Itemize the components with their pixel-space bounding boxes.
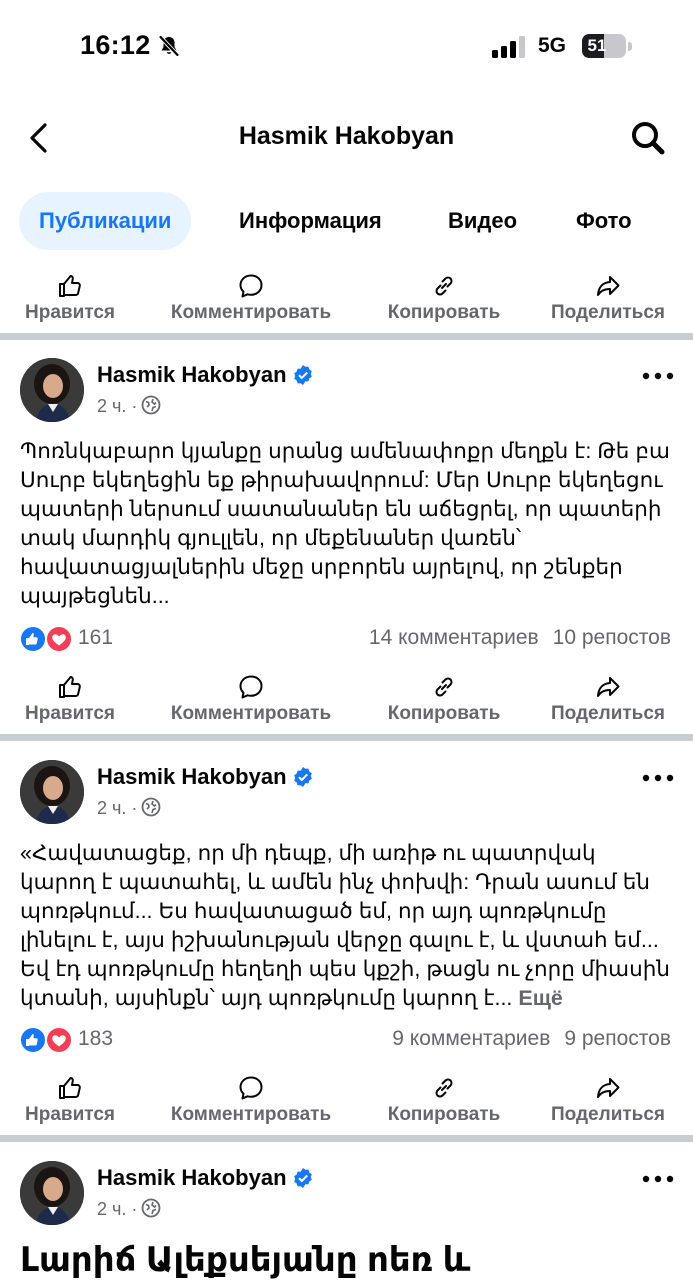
comment-label: Комментировать bbox=[170, 302, 332, 323]
battery-icon: 51 bbox=[582, 34, 626, 58]
post-text[interactable]: «Հավատացեք, որ մի դեպք, մի առիթ ու պատրվ… bbox=[20, 839, 675, 1013]
like-label: Нравится bbox=[25, 302, 115, 323]
link-icon bbox=[435, 276, 453, 296]
author-name[interactable]: Hasmik Hakobyan bbox=[97, 362, 313, 388]
separator bbox=[0, 734, 693, 741]
search-button[interactable] bbox=[628, 118, 668, 158]
reactions-icon[interactable] bbox=[18, 1025, 74, 1055]
share-button[interactable]: Поделиться bbox=[544, 673, 672, 735]
profile-tabs: Публикации Информация Видео Фото bbox=[0, 192, 693, 250]
reactions-icon[interactable] bbox=[18, 624, 74, 654]
comment-icon bbox=[239, 1076, 263, 1100]
link-icon bbox=[435, 677, 453, 697]
comment-icon bbox=[239, 274, 263, 298]
post-text[interactable]: Պոռնկաբարո կյանքը սրանց ամենափոքր մեղքն … bbox=[20, 437, 675, 611]
post-meta: 2 ч. · bbox=[97, 395, 161, 417]
bell-off-icon bbox=[159, 35, 179, 57]
like-button[interactable]: Нравится bbox=[18, 1074, 122, 1136]
copy-label: Копировать bbox=[387, 1104, 501, 1125]
action-row: Нравится Комментировать Копировать Подел… bbox=[0, 673, 693, 735]
post-header: Hasmik Hakobyan 2 ч. · bbox=[0, 358, 693, 428]
like-label: Нравится bbox=[25, 1104, 115, 1125]
thumbs-up-icon bbox=[59, 1077, 81, 1099]
post-counters: 9 комментариев 9 репостов bbox=[392, 1027, 671, 1051]
thumbs-up-icon bbox=[59, 275, 81, 297]
more-options-icon[interactable] bbox=[640, 1169, 676, 1189]
share-label: Поделиться bbox=[550, 703, 666, 724]
copy-button[interactable]: Копировать bbox=[380, 272, 508, 334]
post-header: Hasmik Hakobyan 2 ч. · bbox=[0, 1161, 693, 1231]
network-label: 5G bbox=[538, 34, 567, 57]
share-icon bbox=[597, 276, 620, 296]
comment-icon bbox=[239, 675, 263, 699]
like-button[interactable]: Нравится bbox=[18, 673, 122, 735]
share-button[interactable]: Поделиться bbox=[544, 272, 672, 334]
avatar-photo bbox=[20, 1161, 84, 1225]
more-options-icon[interactable] bbox=[640, 366, 676, 386]
thumbs-up-icon bbox=[59, 676, 81, 698]
post-meta: 2 ч. · bbox=[97, 1198, 161, 1220]
verified-badge-icon bbox=[293, 365, 312, 385]
author-name[interactable]: Hasmik Hakobyan bbox=[97, 1165, 313, 1191]
status-time: 16:12 bbox=[80, 30, 151, 60]
status-bar: 16:12 5G 51 bbox=[0, 0, 693, 92]
reaction-count[interactable]: 183 bbox=[78, 1027, 113, 1051]
tab-publications[interactable]: Публикации bbox=[19, 192, 192, 250]
see-more-link[interactable]: Ещё bbox=[518, 986, 562, 1010]
like-button[interactable]: Нравится bbox=[18, 272, 122, 334]
avatar[interactable] bbox=[20, 760, 84, 824]
globe-icon bbox=[141, 797, 161, 817]
comment-label: Комментировать bbox=[170, 703, 332, 724]
globe-icon bbox=[141, 1198, 161, 1218]
separator bbox=[0, 333, 693, 340]
reaction-count[interactable]: 161 bbox=[78, 626, 113, 650]
copy-label: Копировать bbox=[387, 703, 501, 724]
comment-label: Комментировать bbox=[170, 1104, 332, 1125]
action-row: Нравится Комментировать Копировать Подел… bbox=[0, 1074, 693, 1136]
comment-button[interactable]: Комментировать bbox=[158, 272, 344, 334]
share-icon bbox=[597, 677, 620, 697]
tab-photo[interactable]: Фото bbox=[556, 192, 652, 250]
more-options-icon[interactable] bbox=[640, 768, 676, 788]
reposts-count[interactable]: 10 репостов bbox=[553, 626, 671, 649]
share-label: Поделиться bbox=[550, 302, 666, 323]
post-meta: 2 ч. · bbox=[97, 797, 161, 819]
signal-icon bbox=[492, 36, 525, 58]
comments-count[interactable]: 9 комментариев bbox=[392, 1027, 550, 1050]
post-stats: 161 14 комментариев 10 репостов bbox=[0, 624, 693, 654]
copy-button[interactable]: Копировать bbox=[380, 1074, 508, 1136]
post-header: Hasmik Hakobyan 2 ч. · bbox=[0, 760, 693, 830]
post-title[interactable]: Լարիճ Ալեքսեյանը ոեռ և bbox=[20, 1240, 470, 1280]
reposts-count[interactable]: 9 репостов bbox=[564, 1027, 671, 1050]
avatar[interactable] bbox=[20, 358, 84, 422]
avatar[interactable] bbox=[20, 1161, 84, 1225]
battery-percent: 51 bbox=[587, 36, 607, 55]
avatar-photo bbox=[20, 760, 84, 824]
tab-video[interactable]: Видео bbox=[428, 192, 537, 250]
avatar-photo bbox=[20, 358, 84, 422]
share-button[interactable]: Поделиться bbox=[544, 1074, 672, 1136]
author-name[interactable]: Hasmik Hakobyan bbox=[97, 764, 313, 790]
separator bbox=[0, 1135, 693, 1142]
action-row: Нравится Комментировать Копировать Подел… bbox=[0, 272, 693, 334]
comment-button[interactable]: Комментировать bbox=[158, 673, 344, 735]
verified-badge-icon bbox=[293, 767, 312, 787]
tab-information[interactable]: Информация bbox=[219, 192, 402, 250]
post-stats: 183 9 комментариев 9 репостов bbox=[0, 1025, 693, 1055]
share-label: Поделиться bbox=[550, 1104, 666, 1125]
copy-label: Копировать bbox=[387, 302, 501, 323]
link-icon bbox=[435, 1078, 453, 1098]
comment-button[interactable]: Комментировать bbox=[158, 1074, 344, 1136]
search-icon bbox=[632, 122, 665, 155]
like-label: Нравится bbox=[25, 703, 115, 724]
globe-icon bbox=[141, 395, 161, 415]
battery-tip bbox=[628, 42, 632, 51]
top-bar: Hasmik Hakobyan bbox=[0, 100, 693, 176]
verified-badge-icon bbox=[293, 1168, 312, 1188]
post-counters: 14 комментариев 10 репостов bbox=[369, 626, 671, 650]
copy-button[interactable]: Копировать bbox=[380, 673, 508, 735]
share-icon bbox=[597, 1078, 620, 1098]
comments-count[interactable]: 14 комментариев bbox=[369, 626, 539, 649]
page-title: Hasmik Hakobyan bbox=[238, 122, 455, 150]
